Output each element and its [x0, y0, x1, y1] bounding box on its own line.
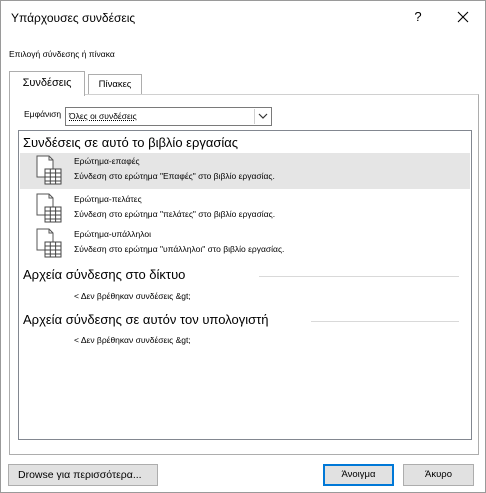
connection-name: Ερώτημα-επαφές — [74, 156, 140, 166]
close-button[interactable] — [450, 5, 476, 29]
dialog-title: Υπάρχουσες συνδέσεις — [11, 11, 136, 25]
chevron-down-icon — [258, 113, 268, 119]
section-divider — [259, 276, 459, 277]
empty-message: < Δεν βρέθηκαν συνδέσεις &gt; — [74, 291, 191, 301]
table-icon — [36, 193, 62, 223]
connection-description: Σύνδεση στο ερώτημα "υπάλληλοι" στο βιβλ… — [74, 244, 285, 254]
section-title: Αρχεία σύνδεσης σε αυτόν τον υπολογιστή — [23, 312, 269, 327]
connection-name: Ερώτημα-υπάλληλοι — [74, 229, 152, 239]
connection-description: Σύνδεση στο ερώτημα "Επαφές" στο βιβλίο … — [74, 171, 275, 181]
section-divider — [311, 321, 459, 322]
tab-connections[interactable]: Συνδέσεις — [9, 71, 85, 96]
section-local-connection-files: Αρχεία σύνδεσης σε αυτόν τον υπολογιστή — [23, 312, 463, 327]
empty-message: < Δεν βρέθηκαν συνδέσεις &gt; — [74, 335, 191, 345]
connections-panel: Εμφάνιση Όλες οι συνδέσεις Συνδέσεις σε … — [9, 94, 479, 455]
title-bar: Υπάρχουσες συνδέσεις ? — [1, 1, 485, 35]
dialog-subtitle: Επιλογή σύνδεσης ή πίνακα — [9, 49, 115, 59]
show-dropdown-value: Όλες οι συνδέσεις — [69, 111, 137, 121]
dropdown-button[interactable] — [254, 109, 270, 124]
section-title: Αρχεία σύνδεσης στο δίκτυο — [23, 267, 186, 282]
section-title: Συνδέσεις σε αυτό το βιβλίο εργασίας — [23, 135, 239, 150]
show-dropdown[interactable]: Όλες οι συνδέσεις — [65, 107, 272, 126]
list-item[interactable]: Ερώτημα-επαφές Σύνδεση στο ερώτημα "Επαφ… — [20, 153, 470, 189]
connection-description: Σύνδεση στο ερώτημα "πελάτες" στο βιβλίο… — [74, 209, 276, 219]
tab-tables[interactable]: Πίνακες — [88, 74, 142, 95]
close-icon — [457, 11, 469, 23]
section-network-connection-files: Αρχεία σύνδεσης στο δίκτυο — [23, 267, 463, 282]
show-label: Εμφάνιση — [24, 109, 62, 119]
connection-name: Ερώτημα-πελάτες — [74, 194, 142, 204]
list-item[interactable]: Ερώτημα-υπάλληλοι Σύνδεση στο ερώτημα "υ… — [20, 226, 470, 262]
browse-button[interactable]: Drowse για περισσότερα... — [8, 464, 158, 486]
open-button[interactable]: Άνοιγμα — [323, 464, 394, 486]
section-workbook-connections: Συνδέσεις σε αυτό το βιβλίο εργασίας — [23, 135, 463, 150]
existing-connections-dialog: Υπάρχουσες συνδέσεις ? Επιλογή σύνδεσης … — [0, 0, 486, 493]
table-icon — [36, 228, 62, 258]
list-item[interactable]: Ερώτημα-πελάτες Σύνδεση στο ερώτημα "πελ… — [20, 191, 470, 227]
table-icon — [36, 155, 62, 185]
help-button[interactable]: ? — [406, 5, 430, 29]
connections-list[interactable]: Συνδέσεις σε αυτό το βιβλίο εργασίας Ερώ… — [18, 130, 472, 440]
cancel-button[interactable]: Άκυρο — [403, 464, 474, 486]
